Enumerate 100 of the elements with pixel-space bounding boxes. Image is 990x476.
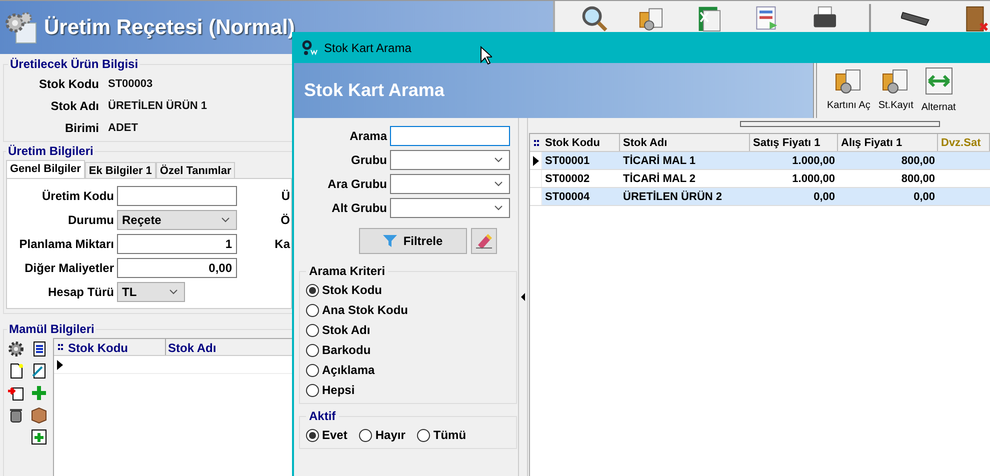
toolbar-button[interactable]: Alternat	[921, 66, 956, 115]
trash-icon[interactable]	[7, 406, 25, 424]
search-icon[interactable]	[580, 4, 608, 32]
radio-option[interactable]: Açıklama	[306, 360, 516, 380]
filter-label: Ara Grubu	[326, 176, 388, 193]
gears-icon	[4, 11, 38, 45]
text-field[interactable]	[117, 186, 237, 206]
radio-option[interactable]: Barkodu	[306, 340, 516, 360]
table-cell-text: ST00004	[544, 190, 591, 205]
dialog-window-title: Stok Kart Arama	[324, 40, 412, 56]
search-field[interactable]	[390, 126, 510, 146]
field-label: Hesap Türü	[46, 284, 115, 301]
field-label: Stok Kodu	[38, 76, 100, 93]
field-value: ST00003	[108, 76, 153, 92]
field-label: Birimi	[64, 120, 100, 137]
field-label: Ka	[274, 236, 290, 253]
table-row[interactable]: ST00001 TİCARİ MAL 1 1.000,00 800,00	[530, 152, 990, 170]
tab[interactable]: Özel Tanımlar	[156, 162, 236, 178]
field-label: Üretim Kodu	[41, 188, 115, 205]
filter-button[interactable]: Filtrele	[359, 228, 467, 254]
tab[interactable]: Ek Bilgiler 1	[84, 162, 156, 178]
gear-icon[interactable]	[7, 340, 25, 358]
radio-button[interactable]	[306, 344, 319, 356]
dropdown[interactable]: Reçete	[117, 210, 237, 230]
field-label: Durumu	[67, 212, 115, 229]
table-cell-text: 0,00	[812, 190, 836, 205]
column-header[interactable]: Stok Kodu	[66, 339, 166, 355]
column-header[interactable]: Stok Kodu	[542, 134, 620, 151]
radio-button[interactable]	[306, 304, 319, 316]
radio-option[interactable]: Tümü	[417, 425, 466, 445]
radio-option[interactable]: Hayır	[359, 425, 406, 445]
column-header[interactable]: Stok Adı	[620, 134, 750, 151]
funnel-icon	[383, 234, 398, 248]
caret-left-icon[interactable]	[521, 293, 525, 301]
field-label: Planlama Miktarı	[18, 236, 115, 253]
number-field[interactable]: 0,00	[117, 258, 237, 278]
mouse-cursor-icon	[480, 46, 492, 65]
chevron-down-icon	[494, 181, 503, 187]
radio-button[interactable]	[306, 324, 319, 336]
field-label: Stok Adı	[50, 98, 100, 115]
filter-label: Alt Grubu	[330, 200, 388, 217]
dropdown[interactable]	[390, 174, 510, 194]
field-value: ÜRETİLEN ÜRÜN 1	[108, 98, 208, 114]
field-label: Ü	[280, 188, 290, 205]
number-field[interactable]: 1	[117, 234, 237, 254]
import-document-icon[interactable]	[7, 384, 25, 402]
toolbar-button[interactable]: St.Kayıt	[878, 66, 914, 113]
chevron-down-icon	[169, 289, 178, 295]
chevron-down-icon	[221, 217, 230, 223]
app-logo-icon	[302, 40, 318, 56]
radio-option[interactable]: Stok Adı	[306, 320, 516, 340]
swap-arrows-icon[interactable]	[924, 66, 954, 96]
column-header[interactable]: Alış Fiyatı 1	[838, 134, 938, 151]
filter-label: Grubu	[350, 152, 388, 169]
table-cell-text: ST00001	[544, 154, 591, 169]
radio-option[interactable]: Ana Stok Kodu	[306, 300, 516, 320]
radio-button[interactable]	[306, 428, 319, 442]
section-title: Mamül Bilgileri	[8, 321, 96, 338]
table-cell-text: 800,00	[900, 154, 936, 169]
dialog-title: Stok Kart Arama	[303, 79, 444, 102]
section-title: Üretim Bilgileri	[7, 143, 94, 160]
dropdown[interactable]	[390, 150, 510, 170]
radio-option[interactable]: Evet	[306, 425, 348, 445]
radio-option[interactable]: Hepsi	[306, 380, 516, 400]
toolbar-button[interactable]: Kartını Aç	[827, 66, 870, 113]
table-cell-text: ST00002	[544, 172, 591, 187]
chevron-down-icon	[494, 157, 503, 163]
table-cell-text: TİCARİ MAL 1	[622, 154, 697, 169]
table-cell-text: 1.000,00	[791, 172, 836, 187]
edit-document-icon[interactable]	[30, 362, 48, 380]
table-cell-text: ÜRETİLEN ÜRÜN 2	[622, 190, 724, 205]
table-cell-text: 0,00	[912, 190, 936, 205]
radio-button[interactable]	[359, 428, 372, 442]
section-title: Üretilecek Ürün Bilgisi	[9, 56, 140, 73]
radio-button[interactable]	[306, 284, 319, 296]
add-document-icon[interactable]	[30, 428, 48, 446]
radio-button[interactable]	[306, 364, 319, 376]
table-row[interactable]: ST00004 ÜRETİLEN ÜRÜN 2 0,00 0,00	[530, 188, 990, 206]
table-cell-text: 800,00	[900, 172, 936, 187]
section-title: Aktif	[308, 408, 337, 425]
eraser-icon	[475, 232, 493, 250]
eraser-button[interactable]	[471, 228, 497, 254]
dropdown[interactable]: TL	[117, 282, 185, 302]
field-label: Ö	[280, 212, 290, 229]
scroll-indicator[interactable]	[740, 121, 940, 127]
tab[interactable]: Genel Bilgiler	[6, 160, 85, 178]
table-row[interactable]: ST00002 TİCARİ MAL 2 1.000,00 800,00	[530, 170, 990, 188]
column-header[interactable]: Satış Fiyatı 1	[750, 134, 838, 151]
radio-option[interactable]: Stok Kodu	[306, 280, 516, 300]
dropdown[interactable]	[390, 198, 510, 218]
section-title: Arama Kriteri	[308, 263, 386, 280]
field-label: Diğer Maliyetler	[24, 260, 115, 277]
radio-button[interactable]	[417, 428, 430, 442]
window-title: Üretim Reçetesi (Normal)	[44, 15, 295, 42]
table-cell-text: 1.000,00	[791, 154, 836, 169]
box-icon[interactable]	[30, 406, 48, 424]
field-value: ADET	[108, 120, 138, 136]
chevron-down-icon	[494, 205, 503, 211]
radio-button[interactable]	[306, 384, 319, 396]
table-cell-text: TİCARİ MAL 2	[622, 172, 697, 187]
